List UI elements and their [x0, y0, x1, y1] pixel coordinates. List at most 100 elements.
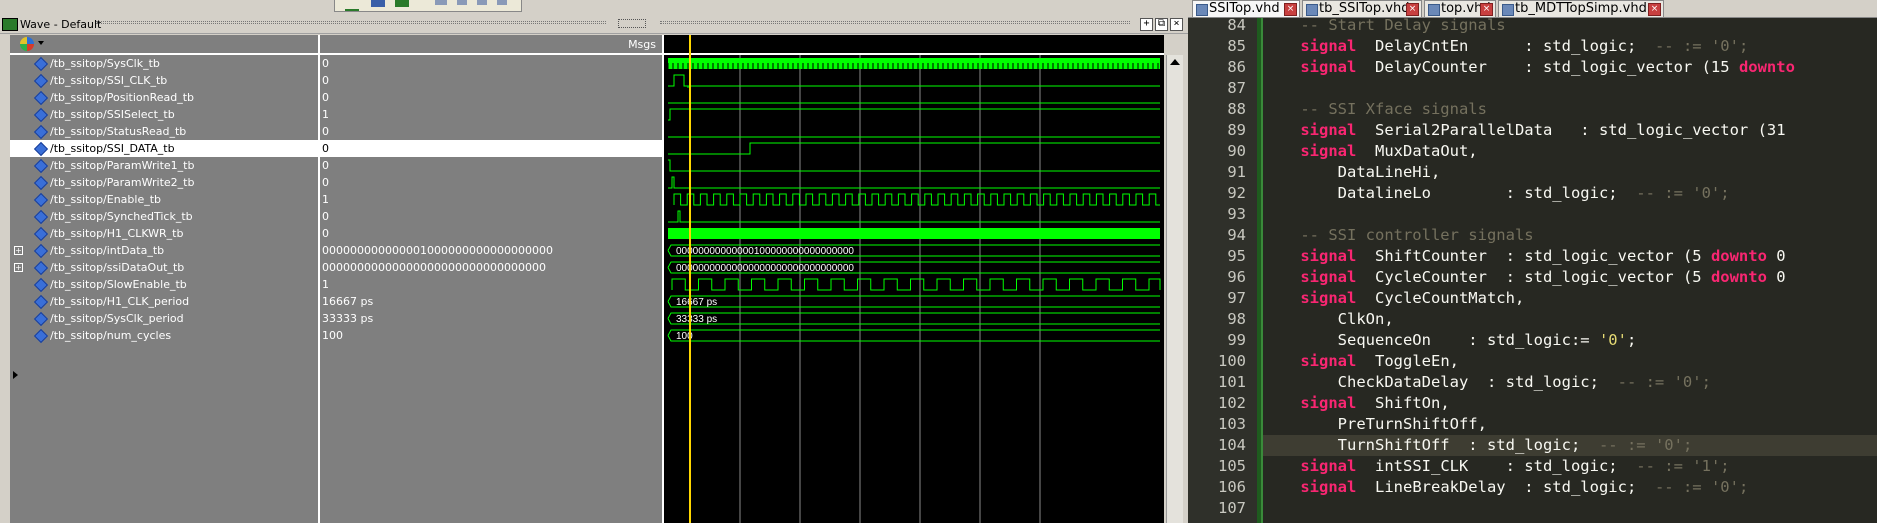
code-line[interactable]: signal LineBreakDelay : std_logic; -- :=… [1263, 477, 1877, 498]
keyword-token: downto [1738, 58, 1795, 76]
signal-diamond-icon [33, 243, 49, 259]
titlebar-grip-right[interactable] [660, 21, 1130, 24]
signal-row[interactable]: /tb_ssitop/ParamWrite1_tb [10, 157, 318, 174]
code-line[interactable]: SequenceOn : std_logic:= '0'; [1263, 330, 1877, 351]
signal-row[interactable]: /tb_ssitop/H1_CLKWR_tb [10, 225, 318, 242]
code-token: MuxDataOut, [1356, 142, 1478, 160]
code-line[interactable]: PreTurnShiftOff, [1263, 414, 1877, 435]
editor-tab[interactable]: top.vhd × [1424, 0, 1496, 17]
code-line[interactable]: DataLineHi, [1263, 162, 1877, 183]
insert-cursor-icon[interactable] [345, 0, 359, 11]
code-line[interactable] [1263, 204, 1877, 225]
signal-row[interactable]: /tb_ssitop/SSI_DATA_tb [10, 140, 318, 157]
continue-icon[interactable] [497, 0, 507, 5]
signal-value-row[interactable]: 0 [320, 208, 662, 225]
signal-value-row[interactable]: 00000000000000000000000000000000 [320, 259, 662, 276]
code-line[interactable]: signal ShiftCounter : std_logic_vector (… [1263, 246, 1877, 267]
code-token: 0 [1766, 247, 1786, 265]
step-over-icon[interactable] [477, 0, 487, 5]
signal-row[interactable]: /tb_ssitop/StatusRead_tb [10, 123, 318, 140]
signal-value-row[interactable]: 0 [320, 123, 662, 140]
code-line[interactable]: signal Serial2ParallelData : std_logic_v… [1263, 120, 1877, 141]
signal-value-row[interactable]: 1 [320, 276, 662, 293]
signal-row[interactable]: /tb_ssitop/SSI_CLK_tb [10, 72, 318, 89]
waveform-canvas[interactable]: 00000000000000100000000000000000 00000000… [664, 35, 1164, 523]
code-line[interactable]: signal intSSI_CLK : std_logic; -- := '1'… [1263, 456, 1877, 477]
wave-icon[interactable] [395, 0, 409, 7]
code-line[interactable]: signal CycleCountMatch, [1263, 288, 1877, 309]
code-line[interactable]: signal DelayCntEn : std_logic; -- := '0'… [1263, 36, 1877, 57]
waveform-scrollbar[interactable] [1166, 55, 1183, 523]
close-tab-icon[interactable]: × [1480, 3, 1493, 16]
code-line[interactable]: -- SSI controller signals [1263, 225, 1877, 246]
code-line[interactable]: TurnShiftOff : std_logic; -- := '0'; [1263, 435, 1877, 456]
code-line[interactable]: ClkOn, [1263, 309, 1877, 330]
signal-value-row[interactable]: 0 [320, 72, 662, 89]
signal-row[interactable]: /tb_ssitop/H1_CLK_period [10, 293, 318, 310]
signal-value-row[interactable]: 0 [320, 89, 662, 106]
code-line[interactable]: CheckDataDelay : std_logic; -- := '0'; [1263, 372, 1877, 393]
code-line[interactable]: DatalineLo : std_logic; -- := '0'; [1263, 183, 1877, 204]
signal-row[interactable]: /tb_ssitop/SynchedTick_tb [10, 208, 318, 225]
undock-button[interactable]: ⧉ [1155, 18, 1168, 31]
step-icon[interactable] [457, 0, 467, 5]
signal-value-row[interactable]: 0 [320, 174, 662, 191]
expand-icon[interactable]: + [14, 263, 23, 272]
signal-name: /tb_ssitop/H1_CLKWR_tb [50, 227, 184, 240]
code-line[interactable]: -- SSI Xface signals [1263, 99, 1877, 120]
expand-icon[interactable]: + [14, 246, 23, 255]
editor-tab[interactable]: tb_SSITop.vhd × [1302, 0, 1422, 17]
code-line[interactable]: signal ShiftOn, [1263, 393, 1877, 414]
titlebar-grip[interactable] [96, 21, 606, 24]
signal-row[interactable]: /tb_ssitop/SSISelect_tb [10, 106, 318, 123]
signal-value-row[interactable]: 1 [320, 191, 662, 208]
signal-value-row[interactable]: 1 [320, 106, 662, 123]
signal-row[interactable]: /tb_ssitop/ParamWrite2_tb [10, 174, 318, 191]
signal-value-row[interactable]: 100 [320, 327, 662, 344]
signal-value-row[interactable]: 0 [320, 55, 662, 72]
close-tab-icon[interactable]: × [1648, 3, 1661, 16]
signal-row[interactable]: /tb_ssitop/num_cycles [10, 327, 318, 344]
add-pane-button[interactable]: + [1140, 18, 1153, 31]
code-line[interactable] [1263, 498, 1877, 519]
dock-handle-icon[interactable] [612, 16, 652, 30]
code-line[interactable]: signal CycleCounter : std_logic_vector (… [1263, 267, 1877, 288]
close-wave-button[interactable]: × [1170, 18, 1183, 31]
close-tab-icon[interactable]: × [1406, 3, 1419, 16]
signal-row[interactable]: /tb_ssitop/Enable_tb [10, 191, 318, 208]
code-line[interactable]: signal ToggleEn, [1263, 351, 1877, 372]
palette-icon[interactable] [20, 37, 34, 51]
editor-tab[interactable]: tb_MDTTopSimp.vhd × [1498, 0, 1664, 17]
zoom-icon[interactable] [371, 0, 385, 7]
tab-label: tb_MDTTopSimp.vhd [1515, 1, 1647, 16]
signal-value-row[interactable]: 0 [320, 140, 662, 157]
code-line[interactable] [1263, 78, 1877, 99]
code-line[interactable]: signal MuxDataOut, [1263, 141, 1877, 162]
signal-waveform [668, 108, 1160, 121]
keyword-token: signal [1263, 121, 1357, 139]
keyword-token: signal [1263, 289, 1357, 307]
bus-waveform [667, 312, 1160, 325]
signal-value-row[interactable]: 0 [320, 157, 662, 174]
layout-icon[interactable] [435, 0, 447, 5]
signal-row[interactable]: /tb_ssitop/SysClk_tb [10, 55, 318, 72]
signal-value-row[interactable]: 16667 ps [320, 293, 662, 310]
signal-row[interactable]: /tb_ssitop/SysClk_period [10, 310, 318, 327]
signal-row[interactable]: /tb_ssitop/PositionRead_tb [10, 89, 318, 106]
signal-row[interactable]: + /tb_ssitop/intData_tb [10, 242, 318, 259]
close-tab-icon[interactable]: × [1284, 3, 1297, 16]
signal-diamond-icon [33, 90, 49, 106]
chevron-down-icon[interactable] [38, 41, 44, 45]
scroll-up-icon[interactable] [1170, 59, 1180, 65]
signal-row[interactable]: + /tb_ssitop/ssiDataOut_tb [10, 259, 318, 276]
signal-value-row[interactable]: 33333 ps [320, 310, 662, 327]
signal-row[interactable]: /tb_ssitop/SlowEnable_tb [10, 276, 318, 293]
code-text-area[interactable]: -- Start Delay signals signal DelayCntEn… [1263, 18, 1877, 523]
signal-value-row[interactable]: 000000000000001000000000000000000 [320, 242, 662, 259]
code-line[interactable]: signal DelayCounter : std_logic_vector (… [1263, 57, 1877, 78]
signal-name: /tb_ssitop/Enable_tb [50, 193, 162, 206]
signal-value-row[interactable]: 0 [320, 225, 662, 242]
code-line[interactable]: -- Start Delay signals [1263, 18, 1877, 36]
waveform-pane[interactable]: 00000000000000100000000000000000 00000000… [664, 35, 1164, 523]
code-token: LineBreakDelay : std_logic; [1356, 478, 1655, 496]
